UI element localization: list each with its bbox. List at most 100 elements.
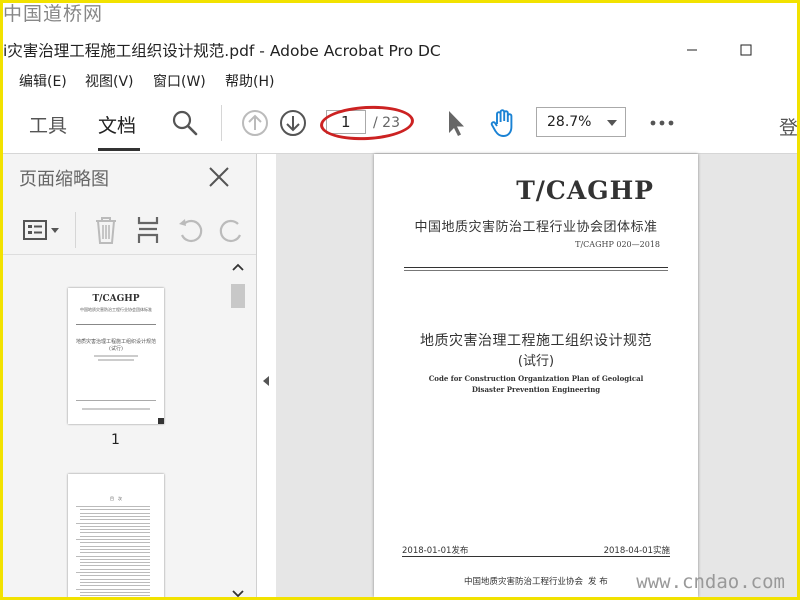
tab-document[interactable]: 文档 [98, 111, 136, 138]
page-total: / 23 [373, 115, 400, 131]
thumb2-toc-line [80, 535, 150, 537]
app-window: 中国道桥网 i灾害治理工程施工组织设计规范.pdf - Adobe Acroba… [3, 3, 797, 597]
thumb2-toc-line [80, 529, 150, 531]
insert-icon[interactable] [133, 214, 163, 246]
page-thumbnail-2[interactable]: 目 次 [68, 474, 164, 597]
thumb2-toc-line [76, 522, 150, 524]
thumb2-toc-line [80, 519, 150, 521]
thumb-assoc: 中国地质灾害防治工程行业协会团体标准 [80, 307, 152, 312]
watermark-top: 中国道桥网 [3, 3, 104, 25]
menu-help[interactable]: 帮助(H) [225, 71, 274, 91]
thumb-rule [76, 324, 156, 325]
toolbar-divider [221, 105, 222, 141]
thumb2-toc-line [80, 578, 150, 580]
association-line: 中国地质灾害防治工程行业协会团体标准 [414, 220, 658, 235]
title-bar: i灾害治理工程施工组织设计规范.pdf - Adobe Acrobat Pro … [3, 37, 797, 65]
menu-bar: 编辑(E) 视图(V) 窗口(W) 帮助(H) [3, 67, 797, 93]
thumb-sub: (试行) [109, 346, 123, 352]
watermark-bottom: www.cndao.com [636, 571, 785, 593]
options-icon[interactable] [21, 216, 63, 244]
hand-icon[interactable] [485, 105, 521, 141]
page-navigator: / 23 [319, 103, 415, 143]
thumb2-toc-line [80, 565, 150, 567]
document-subtitle: (试行) [517, 354, 555, 369]
standard-code: T/CAGHP [516, 176, 654, 205]
arrow-down-icon[interactable] [277, 107, 309, 139]
thumb-rule [76, 400, 156, 401]
panel-title: 页面缩略图 [19, 169, 109, 190]
thumbnail-scrollbar[interactable] [228, 256, 248, 597]
collapse-left-icon[interactable] [260, 374, 272, 388]
thumb2-toc-line [80, 591, 150, 593]
scroll-up-icon[interactable] [230, 260, 246, 274]
minimize-button[interactable] [677, 37, 707, 63]
scroll-thumb[interactable] [231, 284, 245, 308]
maximize-button[interactable] [731, 37, 761, 63]
standard-number: T/CAGHP 020—2018 [575, 240, 660, 249]
thumb2-toc-line [80, 532, 150, 534]
pdf-page: T/CAGHP 中国地质灾害防治工程行业协会团体标准 T/CAGHP 020—2… [374, 154, 698, 597]
thumb2-toc-line [80, 595, 150, 597]
thumb2-toc-line [80, 545, 150, 547]
select-arrow-icon[interactable] [441, 107, 471, 139]
chevron-down-icon [607, 120, 617, 126]
thumb2-toc-line [76, 506, 150, 507]
thumb2-toc-line [80, 548, 150, 550]
arrow-up-icon[interactable] [239, 107, 271, 139]
thumb-text-line [94, 355, 138, 357]
thumbnails-panel: 页面缩略图 T/CAGHP 中国地质灾害防治工程行业协会团体标准 地质灾害治理工… [3, 154, 257, 597]
thumb-text-line [98, 359, 134, 361]
scroll-down-icon[interactable] [230, 587, 246, 597]
search-icon[interactable] [169, 107, 201, 139]
thumb2-toc-line [80, 542, 150, 544]
active-tab-indicator [98, 148, 140, 151]
issue-date: 2018-01-01发布 [402, 546, 469, 556]
document-viewport[interactable]: T/CAGHP 中国地质灾害防治工程行业协会团体标准 T/CAGHP 020—2… [276, 154, 797, 597]
redo-icon[interactable] [217, 214, 247, 246]
panel-toolbar [3, 206, 256, 255]
thumb2-toc-line [76, 588, 150, 590]
menu-edit[interactable]: 编辑(E) [19, 71, 67, 91]
menu-window[interactable]: 窗口(W) [153, 71, 206, 91]
page-number-input[interactable] [326, 110, 366, 134]
thumb2-toc-line [80, 581, 150, 583]
panel-divider [75, 212, 76, 248]
panel-collapse-strip [256, 154, 276, 597]
thumb2-toc-line [76, 555, 150, 557]
thumb2-toc-line [80, 515, 150, 517]
thumb-corner-marker [158, 418, 164, 424]
header-rule [404, 267, 668, 268]
thumb2-heading: 目 次 [110, 496, 122, 501]
toolbar: 工具 文档 / 23 28.7% 登 [3, 95, 797, 154]
thumbnail-page-number: 1 [111, 432, 120, 448]
publisher: 中国地质灾害防治工程行业协会 [464, 577, 584, 587]
zoom-select[interactable]: 28.7% [536, 107, 626, 137]
thumb2-toc-line [80, 525, 150, 527]
zoom-value: 28.7% [547, 114, 592, 130]
thumbnail-list: T/CAGHP 中国地质灾害防治工程行业协会团体标准 地质灾害治理工程施工组织设… [3, 256, 225, 597]
delete-icon[interactable] [91, 214, 121, 246]
tab-tools[interactable]: 工具 [29, 111, 67, 138]
thumb2-toc-line [80, 575, 150, 577]
thumb2-toc-line [80, 585, 150, 587]
document-title: 地质灾害治理工程施工组织设计规范 [420, 333, 652, 349]
menu-view[interactable]: 视图(V) [85, 71, 134, 91]
undo-icon[interactable] [175, 214, 205, 246]
publish-word: 发 布 [588, 577, 608, 587]
thumb2-toc-line [80, 558, 150, 560]
more-icon[interactable] [647, 109, 677, 137]
english-title-2: Disaster Prevention Engineering [471, 385, 601, 394]
thumb2-toc-line [80, 509, 150, 511]
minimize-icon [687, 49, 697, 51]
footer-rule [402, 556, 670, 557]
sign-in-label[interactable]: 登 [779, 113, 797, 140]
thumb-title: 地质灾害治理工程施工组织设计规范 [75, 339, 156, 345]
thumb2-toc-line [80, 512, 150, 514]
thumb2-toc-line [76, 539, 150, 540]
header-rule-2 [404, 270, 668, 271]
close-icon[interactable] [205, 163, 233, 191]
implementation-date: 2018-04-01实施 [603, 546, 670, 556]
thumb-code: T/CAGHP [92, 294, 140, 304]
english-title-1: Code for Construction Organization Plan … [428, 374, 644, 383]
page-thumbnail-1[interactable]: T/CAGHP 中国地质灾害防治工程行业协会团体标准 地质灾害治理工程施工组织设… [68, 288, 164, 424]
